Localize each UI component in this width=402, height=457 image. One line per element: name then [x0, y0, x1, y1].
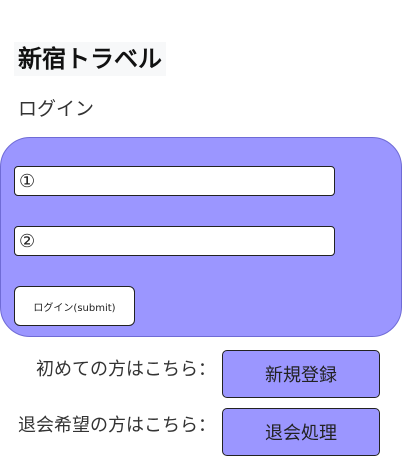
- withdraw-prompt: 退会希望の方はこちら：: [18, 415, 216, 436]
- page-title: 新宿トラベル: [14, 42, 166, 76]
- login-submit-button[interactable]: ログイン(submit): [14, 286, 135, 326]
- login-form: ログイン(submit): [0, 137, 402, 337]
- withdraw-button[interactable]: 退会処理: [222, 408, 380, 456]
- login-heading: ログイン: [18, 98, 95, 120]
- register-button[interactable]: 新規登録: [222, 350, 380, 398]
- login-field-2[interactable]: [14, 226, 335, 256]
- login-field-1[interactable]: [14, 166, 335, 196]
- register-prompt: 初めての方はこちら：: [36, 359, 216, 380]
